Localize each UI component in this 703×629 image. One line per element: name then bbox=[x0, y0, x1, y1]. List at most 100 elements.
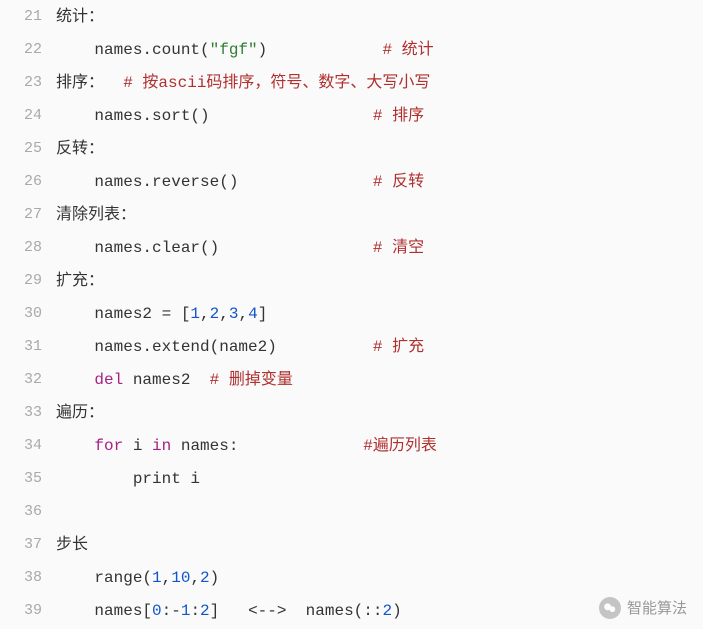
code-content: for i in names: #遍历列表 bbox=[56, 438, 437, 454]
code-token: 扩充： bbox=[56, 272, 104, 290]
code-token: , bbox=[219, 305, 229, 323]
code-token: 4 bbox=[248, 305, 258, 323]
code-content: print i bbox=[56, 471, 200, 487]
code-token: 0 bbox=[152, 602, 162, 620]
code-line: 39 names[0:-1:2] <--> names(::2) bbox=[0, 594, 703, 627]
line-number: 37 bbox=[0, 537, 56, 552]
line-number: 36 bbox=[0, 504, 56, 519]
code-token: names.extend(name2) bbox=[56, 338, 373, 356]
watermark-label: 智能算法 bbox=[627, 601, 687, 616]
code-content: names.sort() # 排序 bbox=[56, 108, 424, 124]
code-token: # 按ascii码排序，符号、数字、大写小写 bbox=[123, 74, 430, 92]
code-token: , bbox=[190, 569, 200, 587]
code-token: , bbox=[238, 305, 248, 323]
code-token: : bbox=[190, 602, 200, 620]
line-number: 27 bbox=[0, 207, 56, 222]
code-token: i bbox=[181, 470, 200, 488]
code-token: ] bbox=[258, 305, 268, 323]
code-token: i bbox=[123, 437, 152, 455]
line-number: 29 bbox=[0, 273, 56, 288]
code-token: names2 = [ bbox=[56, 305, 190, 323]
code-line: 22 names.count("fgf") # 统计 bbox=[0, 33, 703, 66]
code-line: 28 names.clear() # 清空 bbox=[0, 231, 703, 264]
code-token: 排序： bbox=[56, 74, 123, 92]
code-token: # 删掉变量 bbox=[210, 371, 293, 389]
code-content: names.clear() # 清空 bbox=[56, 240, 424, 256]
line-number: 24 bbox=[0, 108, 56, 123]
code-content: 排序： # 按ascii码排序，符号、数字、大写小写 bbox=[56, 75, 430, 91]
code-line: 25反转： bbox=[0, 132, 703, 165]
code-line: 27清除列表： bbox=[0, 198, 703, 231]
code-token: , bbox=[162, 569, 172, 587]
code-token: names.clear() bbox=[56, 239, 373, 257]
code-token: :- bbox=[162, 602, 181, 620]
line-number: 35 bbox=[0, 471, 56, 486]
line-number: 23 bbox=[0, 75, 56, 90]
code-token: names2 bbox=[123, 371, 209, 389]
code-line: 38 range(1,10,2) bbox=[0, 561, 703, 594]
code-token: names.sort() bbox=[56, 107, 373, 125]
line-number: 21 bbox=[0, 9, 56, 24]
code-content: 遍历： bbox=[56, 405, 104, 421]
code-token: 清除列表： bbox=[56, 206, 136, 224]
line-number: 32 bbox=[0, 372, 56, 387]
code-token: 10 bbox=[171, 569, 190, 587]
line-number: 28 bbox=[0, 240, 56, 255]
code-token: 反转： bbox=[56, 140, 104, 158]
code-token: # 扩充 bbox=[373, 338, 424, 356]
code-token: 步长 bbox=[56, 536, 88, 554]
code-content: del names2 # 删掉变量 bbox=[56, 372, 293, 388]
line-number: 31 bbox=[0, 339, 56, 354]
code-content: 反转： bbox=[56, 141, 104, 157]
code-token: names.count( bbox=[56, 41, 210, 59]
code-token: names[ bbox=[56, 602, 152, 620]
code-token bbox=[56, 470, 133, 488]
wechat-icon bbox=[599, 597, 621, 619]
code-token: 统计： bbox=[56, 8, 104, 26]
line-number: 33 bbox=[0, 405, 56, 420]
code-token bbox=[56, 371, 94, 389]
line-number: 30 bbox=[0, 306, 56, 321]
code-token: 遍历： bbox=[56, 404, 104, 422]
code-token: 1 bbox=[190, 305, 200, 323]
code-token: 2 bbox=[210, 305, 220, 323]
code-line: 29扩充： bbox=[0, 264, 703, 297]
code-token: 1 bbox=[181, 602, 191, 620]
code-token: names: bbox=[171, 437, 363, 455]
code-token: names.reverse() bbox=[56, 173, 373, 191]
code-line: 24 names.sort() # 排序 bbox=[0, 99, 703, 132]
code-token bbox=[56, 437, 94, 455]
code-token: "fgf" bbox=[210, 41, 258, 59]
code-line: 31 names.extend(name2) # 扩充 bbox=[0, 330, 703, 363]
line-number: 25 bbox=[0, 141, 56, 156]
code-token: print bbox=[133, 470, 181, 488]
code-token: ) bbox=[210, 569, 220, 587]
code-content: 统计： bbox=[56, 9, 104, 25]
code-content: names.extend(name2) # 扩充 bbox=[56, 339, 424, 355]
code-line: 34 for i in names: #遍历列表 bbox=[0, 429, 703, 462]
code-content: names2 = [1,2,3,4] bbox=[56, 306, 267, 322]
code-token: # 排序 bbox=[373, 107, 424, 125]
code-line: 36 bbox=[0, 495, 703, 528]
code-content: names[0:-1:2] <--> names(::2) bbox=[56, 603, 402, 619]
code-line: 35 print i bbox=[0, 462, 703, 495]
code-line: 23排序： # 按ascii码排序，符号、数字、大写小写 bbox=[0, 66, 703, 99]
line-number: 22 bbox=[0, 42, 56, 57]
code-line: 21统计： bbox=[0, 0, 703, 33]
code-token: 2 bbox=[200, 569, 210, 587]
code-token: ) bbox=[392, 602, 402, 620]
line-number: 38 bbox=[0, 570, 56, 585]
code-editor: 21统计：22 names.count("fgf") # 统计23排序： # 按… bbox=[0, 0, 703, 629]
code-token: 2 bbox=[200, 602, 210, 620]
code-content: 扩充： bbox=[56, 273, 104, 289]
code-line: 26 names.reverse() # 反转 bbox=[0, 165, 703, 198]
code-content: names.count("fgf") # 统计 bbox=[56, 42, 434, 58]
code-token: #遍历列表 bbox=[363, 437, 437, 455]
line-number: 26 bbox=[0, 174, 56, 189]
code-token: del bbox=[94, 371, 123, 389]
code-token: in bbox=[152, 437, 171, 455]
code-line: 37步长 bbox=[0, 528, 703, 561]
code-token: # 反转 bbox=[373, 173, 424, 191]
code-content: 步长 bbox=[56, 537, 88, 553]
line-number: 34 bbox=[0, 438, 56, 453]
